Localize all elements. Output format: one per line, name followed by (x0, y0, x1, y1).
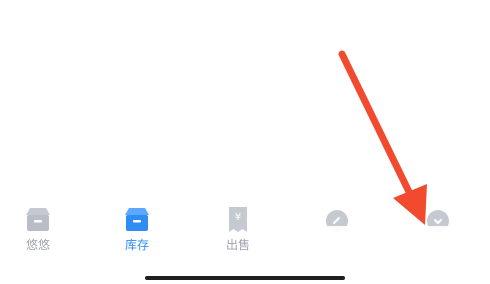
tab-youyou-label: 悠悠 (25, 238, 50, 252)
sell-receipt-icon: ¥ (229, 207, 247, 232)
home-indicator (145, 276, 345, 280)
app-screen: 悠悠 库存 ¥ 出售 (0, 0, 490, 284)
inventory-box-icon (125, 208, 149, 231)
tab-kucun-label: 库存 (124, 238, 149, 252)
box-icon (26, 208, 50, 231)
svg-text:¥: ¥ (235, 212, 241, 223)
tab-kucun[interactable]: 库存 (102, 205, 172, 265)
tab-youyou[interactable]: 悠悠 (3, 205, 73, 265)
tab-chushou-label: 出售 (225, 238, 250, 252)
